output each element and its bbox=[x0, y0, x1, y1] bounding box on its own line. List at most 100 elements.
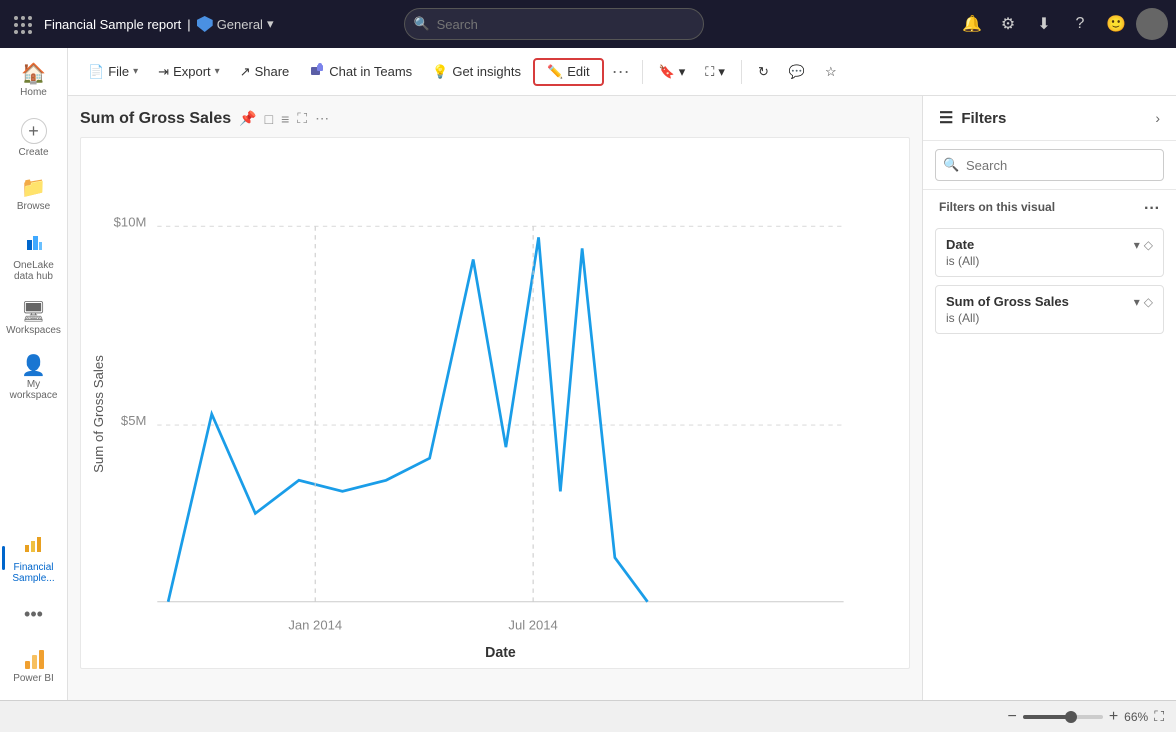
sidebar: 🏠 Home + Create 📁 Browse OneLake data hu… bbox=[0, 48, 68, 700]
sidebar-more-button[interactable]: ••• bbox=[16, 596, 51, 633]
myworkspace-icon: 👤 bbox=[21, 356, 46, 376]
visual-more-icon[interactable]: ⋯ bbox=[313, 108, 331, 129]
bookmark-button[interactable]: 🔖 ▾ bbox=[651, 60, 694, 84]
share-label: Share bbox=[255, 64, 290, 79]
filters-section-title: Filters on this visual ··· bbox=[923, 190, 1176, 224]
visual-format-icon[interactable]: ≡ bbox=[279, 109, 291, 129]
home-icon: 🏠 bbox=[21, 64, 46, 84]
file-button[interactable]: 📄 File ▾ bbox=[80, 60, 146, 84]
filter-date-title: Date bbox=[946, 237, 974, 252]
filters-search-area: 🔍 bbox=[923, 141, 1176, 190]
zoom-minus-button[interactable]: − bbox=[1007, 708, 1016, 726]
svg-text:Jan 2014: Jan 2014 bbox=[288, 617, 342, 632]
filters-section-more[interactable]: ··· bbox=[1144, 200, 1160, 218]
chat-in-teams-button[interactable]: Chat in Teams bbox=[301, 58, 420, 85]
chart-container: $10M $5M Jan 2014 Jul 2014 Date Sum of G… bbox=[80, 137, 910, 669]
top-bar-actions: 🔔 ⚙ ⬇ ? 🙂 bbox=[956, 8, 1168, 40]
view-icon: ⛶ bbox=[705, 64, 714, 80]
apps-grid-button[interactable] bbox=[8, 10, 36, 38]
file-chevron-icon: ▾ bbox=[133, 66, 138, 77]
title-divider: | bbox=[187, 17, 190, 32]
insights-icon: 💡 bbox=[432, 64, 448, 80]
notification-button[interactable]: 🔔 bbox=[956, 8, 988, 40]
export-button[interactable]: ⇥ Export ▾ bbox=[150, 60, 228, 84]
view-button[interactable]: ⛶ ▾ bbox=[697, 60, 733, 84]
zoom-slider-thumb[interactable] bbox=[1065, 711, 1077, 723]
chat-label: Chat in Teams bbox=[329, 64, 412, 79]
top-bar: Financial Sample report | General ▾ 🔍 🔔 … bbox=[0, 0, 1176, 48]
help-button[interactable]: ? bbox=[1064, 8, 1096, 40]
bottom-bar: − + 66% ⛶ bbox=[0, 700, 1176, 732]
get-insights-button[interactable]: 💡 Get insights bbox=[424, 60, 529, 84]
powerbi-label: Power BI bbox=[13, 673, 54, 684]
insights-label: Get insights bbox=[452, 64, 521, 79]
comment-button[interactable]: 💬 bbox=[781, 60, 813, 84]
svg-text:$5M: $5M bbox=[121, 413, 146, 428]
filters-title-group: ☰ Filters bbox=[939, 108, 1006, 128]
filters-header: ☰ Filters › bbox=[923, 96, 1176, 141]
filters-panel: ☰ Filters › 🔍 Filters on this visual ···… bbox=[922, 96, 1176, 700]
filter-gross-clear[interactable]: ◇ bbox=[1144, 295, 1153, 309]
refresh-button[interactable]: ↻ bbox=[750, 60, 777, 84]
download-button[interactable]: ⬇ bbox=[1028, 8, 1060, 40]
share-icon: ↗ bbox=[240, 64, 251, 80]
svg-text:$10M: $10M bbox=[114, 214, 147, 229]
zoom-value: 66% bbox=[1124, 710, 1148, 724]
sidebar-item-home[interactable]: 🏠 Home bbox=[6, 56, 62, 106]
filters-expand-button[interactable]: › bbox=[1155, 110, 1160, 126]
filters-search-input[interactable] bbox=[935, 149, 1164, 181]
sidebar-item-financial[interactable]: Financial Sample... bbox=[6, 523, 62, 592]
visual-filter-icon[interactable]: ⛶ bbox=[295, 108, 309, 129]
filter-gross-value: is (All) bbox=[946, 311, 1153, 325]
settings-button[interactable]: ⚙ bbox=[992, 8, 1024, 40]
bookmark-icon: 🔖 bbox=[659, 64, 675, 80]
toolbar-more-button[interactable]: ··· bbox=[608, 57, 634, 86]
browse-icon: 📁 bbox=[21, 178, 46, 198]
sidebar-item-browse[interactable]: 📁 Browse bbox=[6, 170, 62, 220]
filter-date-clear[interactable]: ◇ bbox=[1144, 238, 1153, 252]
filter-gross-actions: ▾ ◇ bbox=[1134, 295, 1153, 309]
edit-icon: ✏️ bbox=[547, 64, 563, 80]
toolbar: 📄 File ▾ ⇥ Export ▾ ↗ Share bbox=[68, 48, 1176, 96]
avatar[interactable] bbox=[1136, 8, 1168, 40]
filters-search-icon: 🔍 bbox=[943, 157, 959, 173]
edit-button[interactable]: ✏️ Edit bbox=[533, 58, 604, 86]
search-bar-container: 🔍 bbox=[404, 8, 704, 40]
file-icon: 📄 bbox=[88, 64, 104, 80]
workspace-chevron: ▾ bbox=[267, 16, 274, 32]
workspaces-icon: 🖥 bbox=[21, 302, 46, 322]
toolbar-divider-2 bbox=[741, 60, 742, 84]
filters-title-text: Filters bbox=[961, 110, 1006, 127]
zoom-slider[interactable] bbox=[1023, 715, 1103, 719]
visual-options-icon[interactable]: □ bbox=[263, 109, 275, 129]
pin-icon[interactable]: 📌 bbox=[237, 108, 258, 129]
filter-date-value: is (All) bbox=[946, 254, 1153, 268]
zoom-plus-button[interactable]: + bbox=[1109, 708, 1118, 726]
filter-date-chevron[interactable]: ▾ bbox=[1134, 238, 1140, 252]
sidebar-item-myworkspace[interactable]: 👤 My workspace bbox=[6, 348, 62, 409]
edit-label: Edit bbox=[567, 64, 589, 79]
feedback-button[interactable]: 🙂 bbox=[1100, 8, 1132, 40]
export-chevron-icon: ▾ bbox=[215, 66, 220, 77]
chart-title-row: Sum of Gross Sales 📌 □ ≡ ⛶ ⋯ bbox=[80, 108, 910, 129]
report-title: Financial Sample report bbox=[44, 17, 181, 32]
fit-page-button[interactable]: ⛶ bbox=[1154, 708, 1164, 725]
sidebar-item-workspaces[interactable]: 🖥 Workspaces bbox=[6, 294, 62, 344]
main-area: 🏠 Home + Create 📁 Browse OneLake data hu… bbox=[0, 48, 1176, 700]
teams-icon bbox=[309, 62, 325, 81]
search-topbar-icon: 🔍 bbox=[414, 16, 430, 32]
share-button[interactable]: ↗ Share bbox=[232, 60, 298, 84]
workspace-badge[interactable]: General ▾ bbox=[197, 16, 274, 32]
sidebar-item-onelake[interactable]: OneLake data hub bbox=[6, 224, 62, 290]
onelake-icon bbox=[23, 232, 45, 257]
filter-gross-chevron[interactable]: ▾ bbox=[1134, 295, 1140, 309]
search-input[interactable] bbox=[404, 8, 704, 40]
filter-lines-icon: ☰ bbox=[939, 108, 953, 128]
favorite-button[interactable]: ☆ bbox=[817, 60, 845, 84]
svg-text:Date: Date bbox=[485, 645, 516, 661]
svg-text:Jul 2014: Jul 2014 bbox=[508, 617, 557, 632]
chart-title-icons: 📌 □ ≡ ⛶ ⋯ bbox=[237, 108, 331, 129]
refresh-icon: ↻ bbox=[758, 64, 769, 80]
view-chevron: ▾ bbox=[718, 64, 725, 80]
sidebar-item-create[interactable]: + Create bbox=[6, 110, 62, 166]
